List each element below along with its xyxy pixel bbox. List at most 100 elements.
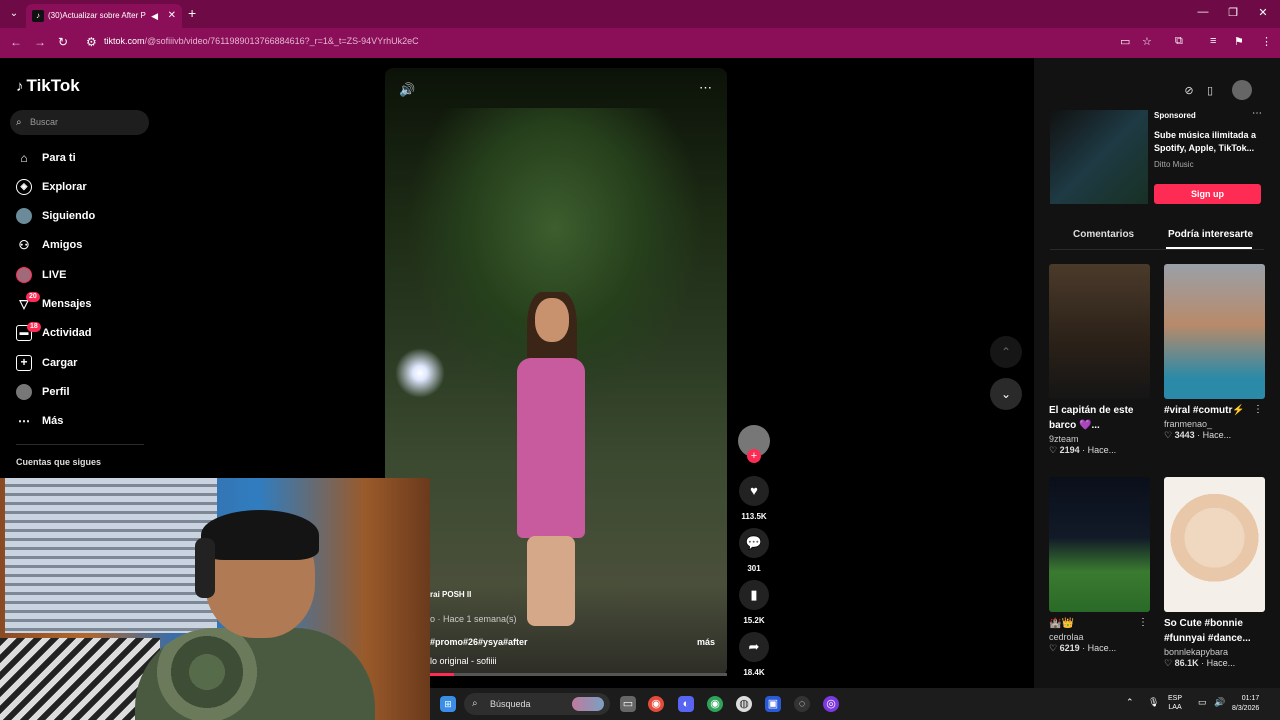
previous-video-chevron-up-icon[interactable]: ⌃ [990, 336, 1022, 368]
following-accounts-title: Cuentas que sigues [16, 457, 102, 467]
compass-icon: ◈ [16, 179, 32, 196]
suggested-video-card[interactable]: #viral #comutr⚡ franmenao_ ♡ 3443 · Hace… [1164, 264, 1265, 441]
card-more-icon[interactable]: ⋮ [1253, 404, 1263, 415]
tiktok-logo[interactable]: ♪ TikTok [16, 76, 83, 96]
heart-icon[interactable]: ♥ [739, 476, 769, 506]
creator-avatar[interactable]: + [738, 425, 770, 463]
sidebar-item-amigos[interactable]: ⚇ Amigos [16, 235, 83, 255]
card-username[interactable]: 9zteam [1049, 434, 1150, 444]
chrome-active-icon[interactable]: ◉ [707, 696, 723, 712]
bookmark-star-icon[interactable]: ☆ [1142, 35, 1152, 48]
video-progress-fill [430, 673, 454, 676]
windows-start-icon[interactable]: ⊞ [440, 696, 456, 712]
compass-small-icon[interactable]: ⊘ [1180, 82, 1198, 100]
tab-tiktok[interactable]: ♪ (30)Actualizar sobre After P ◀ ✕ [26, 4, 182, 28]
chrome-icon[interactable]: ◉ [648, 696, 664, 712]
taskbar-search[interactable]: ⌕ Búsqueda [464, 693, 610, 715]
volume-tray-icon[interactable]: 🔊 [1214, 697, 1225, 708]
ad-text: Sube música ilimitada a Spotify, Apple, … [1154, 130, 1257, 153]
comment-icon[interactable]: 💬 [739, 528, 769, 558]
video-progress-bar[interactable] [430, 673, 727, 676]
sidebar-item-explorar[interactable]: ◈ Explorar [16, 177, 87, 197]
friends-icon: ⚇ [18, 238, 30, 253]
tab-comentarios[interactable]: Comentarios [1073, 229, 1134, 240]
device-icon[interactable]: ▯ [1201, 82, 1219, 100]
file-explorer-icon[interactable]: ▭ [620, 696, 636, 712]
card-username[interactable]: franmenao_ [1164, 419, 1265, 429]
reload-icon[interactable]: ↻ [58, 35, 68, 49]
cast-icon[interactable]: ▭ [1120, 35, 1130, 48]
new-tab-plus-icon[interactable]: + [188, 5, 196, 21]
restore-icon[interactable]: ❐ [1223, 6, 1243, 19]
ad-thumbnail[interactable] [1050, 110, 1148, 204]
sidebar-item-live[interactable]: LIVE [16, 265, 66, 285]
steam-icon[interactable]: ◌ [794, 696, 810, 712]
search-placeholder: Buscar [30, 117, 59, 127]
search-input[interactable]: ⌕ Buscar [10, 110, 149, 135]
sidebar-item-perfil[interactable]: Perfil [16, 382, 70, 402]
profile-flag-icon[interactable]: ⚑ [1234, 35, 1244, 48]
tab-podria-interesarte[interactable]: Podría interesarte [1168, 229, 1253, 240]
card-more-icon[interactable]: ⋮ [1138, 617, 1148, 628]
tray-chevron-icon[interactable]: ⌃ [1126, 697, 1134, 708]
tab-audio-icon[interactable]: ◀ [151, 4, 158, 28]
ad-brand[interactable]: Ditto Music [1154, 160, 1194, 169]
language-indicator[interactable]: ESP LAA [1168, 694, 1182, 712]
menu-kebab-icon[interactable]: ⋮ [1261, 35, 1272, 48]
suggested-video-card[interactable]: 🏰👑 cedrolaa ♡ 6219 · Hace... ⋮ [1049, 477, 1150, 654]
next-video-chevron-down-icon[interactable]: ⌄ [990, 378, 1022, 410]
share-count: 18.4K [743, 668, 765, 677]
back-arrow-icon[interactable]: ← [10, 35, 22, 49]
tab-title: (30)Actualizar sobre After P [48, 11, 146, 20]
minimize-icon[interactable]: — [1193, 6, 1213, 18]
taskbar-clock[interactable]: 01:17 8/3/2026 [1232, 694, 1259, 714]
ad-signup-button[interactable]: Sign up [1154, 184, 1261, 204]
extensions-icon[interactable]: ⧉ [1175, 35, 1183, 48]
network-icon[interactable]: ▭ [1198, 697, 1207, 708]
video-thumbnail[interactable] [1049, 477, 1150, 612]
media-icon[interactable]: ≡ [1210, 35, 1216, 47]
video-thumbnail[interactable] [1049, 264, 1150, 399]
user-avatar[interactable] [1232, 80, 1252, 100]
suggested-video-card[interactable]: El capitán de este barco 💜... 9zteam ♡ 2… [1049, 264, 1150, 456]
share-action[interactable]: ➦ 18.4K [737, 632, 771, 677]
share-icon[interactable]: ➦ [739, 632, 769, 662]
suggested-video-card[interactable]: So Cute #bonnie #funnyai #dance... bonnl… [1164, 477, 1265, 669]
close-window-icon[interactable]: ✕ [1253, 6, 1273, 19]
microphone-icon[interactable]: 🎙 [1148, 697, 1159, 708]
video-sound[interactable]: lo original - sofiiii [430, 656, 497, 666]
sidebar-item-actividad[interactable]: ▬ 18 Actividad [16, 322, 92, 343]
sidebar-item-siguiendo[interactable]: Siguiendo [16, 206, 95, 226]
video-hashtags[interactable]: #promo#26#ysya#after [430, 637, 528, 647]
tab-search-dropdown-icon[interactable]: ⌄ [6, 6, 22, 22]
sidebar-item-para-ti[interactable]: ⌂ Para ti [16, 148, 75, 168]
comment-action[interactable]: 💬 301 [737, 528, 771, 573]
sidebar-item-mas[interactable]: ⋯ Más [16, 411, 63, 431]
ad-more-icon[interactable]: ⋯ [1252, 108, 1262, 119]
video-frame-light [395, 348, 445, 398]
like-action[interactable]: ♥ 113.5K [737, 476, 771, 521]
forward-arrow-icon[interactable]: → [34, 35, 46, 49]
video-thumbnail[interactable] [1164, 477, 1265, 612]
site-info-icon[interactable]: ⚙ [86, 35, 97, 49]
video-thumbnail[interactable] [1164, 264, 1265, 399]
sidebar-item-cargar[interactable]: + Cargar [16, 353, 77, 373]
tab-close-icon[interactable]: ✕ [168, 4, 176, 28]
volume-icon[interactable]: 🔊 [399, 82, 415, 98]
follow-plus-icon[interactable]: + [747, 449, 761, 463]
tiktok-note-icon: ♪ [16, 78, 24, 95]
video-more-icon[interactable]: ⋯ [699, 80, 712, 96]
card-title-line2: #funnyai #dance... [1164, 633, 1251, 644]
obs-icon[interactable]: ◎ [823, 696, 839, 712]
url-field[interactable]: tiktok.com/@sofiiivb/video/7611989013766… [104, 36, 419, 46]
card-username[interactable]: cedrolaa [1049, 632, 1150, 642]
bookmark-icon[interactable]: ▮ [739, 580, 769, 610]
card-username[interactable]: bonnlekapybara [1164, 647, 1265, 657]
app-icon[interactable]: ◍ [736, 696, 752, 712]
video-more-link[interactable]: más [697, 637, 715, 647]
app-blue-icon[interactable]: ▣ [765, 696, 781, 712]
sidebar-item-mensajes[interactable]: ▽ 20 Mensajes [16, 292, 92, 314]
save-action[interactable]: ▮ 15.2K [737, 580, 771, 625]
video-player[interactable] [385, 68, 727, 676]
discord-icon[interactable]: ◐ [678, 696, 694, 712]
